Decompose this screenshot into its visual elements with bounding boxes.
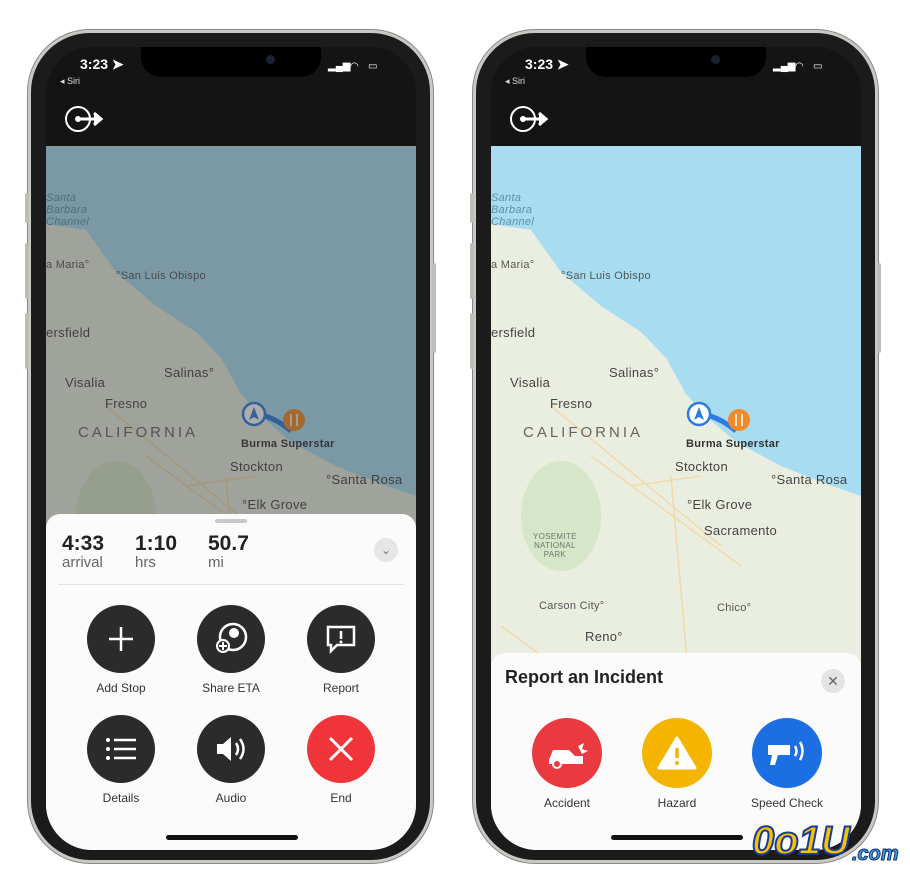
report-button[interactable]: Report — [291, 605, 391, 695]
duration-stat: 1:10 hrs — [135, 532, 178, 571]
home-indicator[interactable] — [166, 835, 298, 840]
back-to-siri[interactable]: ◂ Siri — [505, 76, 525, 87]
map-label: Chico° — [717, 602, 752, 614]
map-label: Fresno — [550, 396, 593, 411]
sheet-grabber[interactable] — [215, 519, 247, 523]
list-icon — [106, 738, 136, 760]
accident-icon — [549, 740, 588, 769]
details-button[interactable]: Details — [71, 715, 171, 805]
end-route-button[interactable]: End — [291, 715, 391, 805]
distance-stat: 50.7 mi — [208, 532, 249, 571]
wifi-icon: ◠ — [795, 61, 804, 72]
close-report-button[interactable]: ✕ — [821, 669, 845, 693]
speaker-icon — [217, 737, 245, 761]
map-label: a Maria° — [491, 259, 535, 271]
exit-navigation-icon[interactable] — [509, 105, 551, 133]
hazard-icon — [657, 736, 697, 770]
speed-camera-icon — [768, 741, 804, 765]
phone-left: 3:23 ➤ ◂ Siri ▂▄▆ ◠ ▭ Santa Barbara Channe… — [25, 30, 436, 863]
svg-text:0o1U: 0o1U — [752, 819, 851, 863]
add-stop-button[interactable]: Add Stop — [71, 605, 171, 695]
status-time: 3:23 ➤ — [80, 56, 124, 72]
map-label: CALIFORNIA — [523, 424, 644, 441]
screen-report: 3:23 ➤ ◂ Siri ▂▄▆ ◠ ▭ Santa Barbara Channe… — [491, 47, 861, 850]
exit-navigation-icon[interactable] — [64, 105, 106, 133]
hazard-button[interactable]: Hazard — [627, 718, 727, 810]
wifi-icon: ◠ — [350, 61, 359, 72]
map-label: Visalia — [510, 375, 551, 390]
back-to-siri[interactable]: ◂ Siri — [60, 76, 80, 87]
map-label: Reno° — [585, 629, 623, 644]
report-title: Report an Incident — [505, 667, 664, 687]
watermark-logo: 0o1U .com — [751, 818, 899, 866]
collapse-chevron-button[interactable]: ⌄ — [374, 538, 398, 562]
battery-icon: ▭ — [368, 61, 378, 72]
restaurant-pin-icon — [728, 409, 750, 431]
divider — [58, 584, 404, 585]
arrival-stat: 4:33 arrival — [62, 532, 105, 571]
map-label[interactable]: Burma Superstar — [686, 438, 780, 450]
phone-right: 3:23 ➤ ◂ Siri ▂▄▆ ◠ ▭ Santa Barbara Channe… — [470, 30, 881, 863]
share-eta-button[interactable]: Share ETA — [181, 605, 281, 695]
plus-icon — [109, 627, 133, 651]
map-label: YOSEMITENATIONALPARK — [533, 532, 577, 559]
map-label: Santa Barbara Channel — [491, 192, 535, 228]
signal-icon: ▂▄▆ — [328, 61, 351, 72]
map-label: Sacramento — [704, 523, 778, 538]
status-time: 3:23 ➤ — [525, 56, 569, 72]
audio-button[interactable]: Audio — [181, 715, 281, 805]
trip-sheet: 4:33 arrival 1:10 hrs 50.7 mi ⌄ Add Stop Sh… — [46, 514, 416, 850]
map-label: Salinas° — [609, 365, 660, 380]
accident-button[interactable]: Accident — [517, 718, 617, 810]
svg-text:.com: .com — [852, 843, 899, 865]
map-label: °Elk Grove — [687, 497, 753, 512]
map-label: °San Luis Obispo — [561, 270, 651, 282]
share-eta-icon — [216, 622, 248, 653]
map-label: Carson City° — [539, 600, 605, 612]
speed-check-button[interactable]: Speed Check — [737, 718, 837, 810]
map-label: Stockton — [675, 459, 728, 474]
map-label: °Santa Rosa — [771, 472, 848, 487]
battery-icon: ▭ — [813, 61, 823, 72]
home-indicator[interactable] — [611, 835, 743, 840]
screen-navigation: 3:23 ➤ ◂ Siri ▂▄▆ ◠ ▭ Santa Barbara Channe… — [46, 47, 416, 850]
report-icon — [326, 625, 356, 655]
map-label: ersfield — [491, 325, 536, 340]
close-icon — [328, 736, 354, 762]
signal-icon: ▂▄▆ — [773, 61, 796, 72]
